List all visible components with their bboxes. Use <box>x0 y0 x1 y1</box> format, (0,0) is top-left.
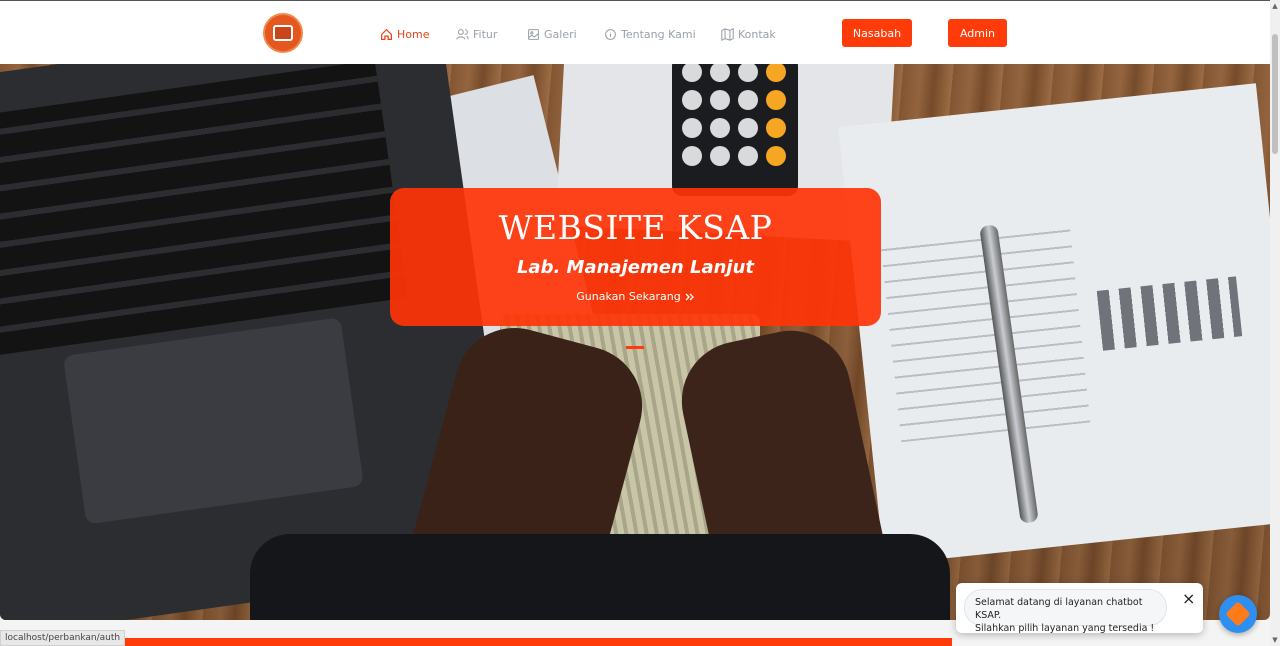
double-chevron-right-icon <box>685 293 694 300</box>
calc-key <box>738 146 758 166</box>
chatbot-launcher-button[interactable] <box>1219 595 1257 633</box>
hero-card: WEBSITE KSAP Lab. Manajemen Lanjut Gunak… <box>390 188 881 326</box>
image-icon <box>528 28 539 40</box>
scrollbar[interactable]: ▲ ▼ <box>1270 0 1280 646</box>
calc-key <box>682 64 702 82</box>
scroll-up-icon[interactable]: ▲ <box>1271 2 1279 10</box>
calc-key <box>738 64 758 82</box>
users-icon <box>456 28 469 40</box>
calc-key <box>766 118 786 138</box>
nav-galeri-label: Galeri <box>544 27 577 41</box>
close-icon[interactable]: × <box>1182 589 1195 608</box>
nav-kontak[interactable]: Kontak <box>721 25 776 43</box>
calc-key <box>738 118 758 138</box>
nav-fitur[interactable]: Fitur <box>456 25 497 43</box>
nav-galeri[interactable]: Galeri <box>527 25 577 43</box>
calc-key <box>682 146 702 166</box>
nav-kontak-label: Kontak <box>738 27 776 41</box>
calc-key <box>682 90 702 110</box>
nav-fitur-label: Fitur <box>473 27 498 41</box>
calc-key <box>766 146 786 166</box>
calc-key <box>766 90 786 110</box>
scrollbar-thumb[interactable] <box>1272 34 1278 154</box>
status-url: localhost/perbankan/auth <box>5 633 121 643</box>
laptop-trackpad <box>62 317 364 525</box>
admin-button[interactable]: Admin <box>948 19 1007 47</box>
logo-emblem <box>273 25 293 41</box>
info-icon <box>605 28 616 40</box>
hero-bg-sleeve <box>250 534 950 620</box>
chatbot-message-line: Selamat datang di layanan chatbot KSAP. <box>975 597 1143 621</box>
hero-section: WEBSITE KSAP Lab. Manajemen Lanjut Gunak… <box>0 64 1270 620</box>
calc-key <box>738 90 758 110</box>
calc-key <box>710 118 730 138</box>
calc-key <box>682 118 702 138</box>
paper-chart <box>1096 276 1243 351</box>
carousel-indicator[interactable] <box>626 346 644 349</box>
nav-home-label: Home <box>397 27 430 41</box>
home-icon <box>381 28 392 40</box>
chatbot-message-line: Silahkan pilih layanan yang tersedia ! <box>975 623 1155 634</box>
nav-tentang-kami-label: Tentang Kami <box>621 27 696 41</box>
hero-bg-paper <box>838 83 1270 565</box>
laptop-keyboard <box>0 64 409 357</box>
hero-subtitle: Lab. Manajemen Lanjut <box>516 257 755 278</box>
browser-status-bar: localhost/perbankan/auth <box>0 630 126 646</box>
hero-title: WEBSITE KSAP <box>498 208 773 247</box>
chatbot-popup: Selamat datang di layanan chatbot KSAP. … <box>956 583 1203 634</box>
calc-key <box>710 90 730 110</box>
chatbot-message: Selamat datang di layanan chatbot KSAP. … <box>964 589 1167 634</box>
scroll-down-icon[interactable]: ▼ <box>1271 636 1279 644</box>
nasabah-button[interactable]: Nasabah <box>842 19 912 47</box>
nav-tentang-kami[interactable]: Tentang Kami <box>604 25 696 43</box>
calc-key <box>710 64 730 82</box>
site-logo[interactable] <box>263 13 303 53</box>
cta-link[interactable]: Gunakan Sekarang <box>576 290 694 303</box>
map-icon <box>721 27 734 41</box>
site-header: Home Fitur Galeri Tentang Kami Kontak Na… <box>0 0 1270 64</box>
calc-key <box>766 64 786 82</box>
calc-key <box>710 146 730 166</box>
section-divider <box>107 638 952 646</box>
chatbot-icon <box>1225 601 1251 627</box>
hero-bg-calculator <box>672 64 798 196</box>
cta-label: Gunakan Sekarang <box>576 290 681 303</box>
nav-home[interactable]: Home <box>380 25 429 43</box>
